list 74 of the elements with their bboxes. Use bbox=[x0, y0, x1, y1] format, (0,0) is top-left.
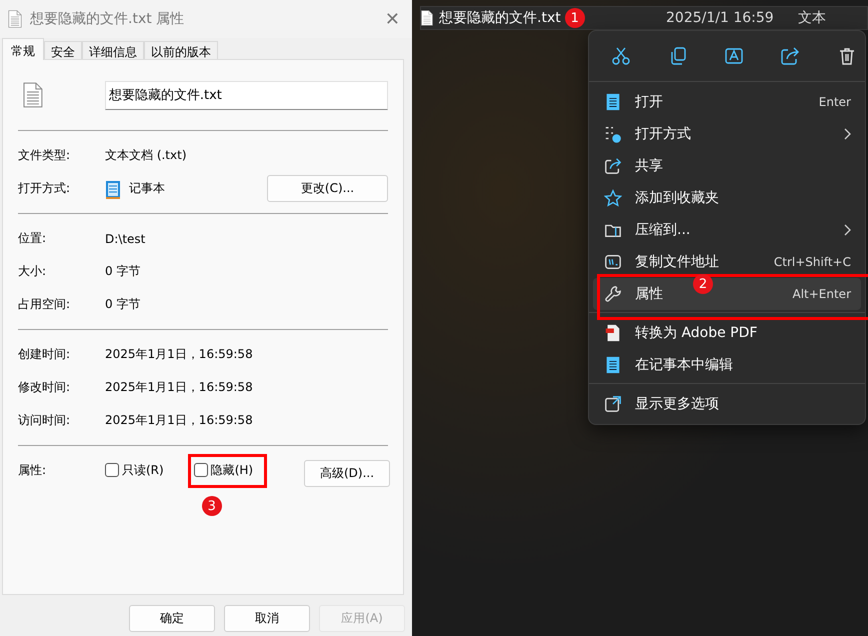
menu-item-label: 显示更多选项 bbox=[635, 395, 720, 413]
field-value: 文本文档 (.txt) bbox=[105, 147, 188, 164]
menu-item[interactable]: 共享 bbox=[593, 150, 861, 182]
menu-item-label: 复制文件地址 bbox=[635, 253, 720, 271]
tab[interactable]: 详细信息 bbox=[82, 41, 144, 59]
shortcut-label: Enter bbox=[818, 95, 851, 109]
field-label: 创建时间: bbox=[18, 346, 72, 363]
field-label: 位置: bbox=[18, 230, 48, 247]
checkbox[interactable] bbox=[105, 463, 119, 477]
tab[interactable]: 常规 bbox=[2, 38, 44, 60]
menu-item[interactable]: 显示更多选项 bbox=[593, 388, 861, 420]
pdf-icon bbox=[605, 324, 621, 342]
chevron-icon bbox=[843, 128, 851, 140]
menu-item[interactable]: 压缩到... bbox=[593, 214, 861, 246]
document-icon bbox=[23, 82, 43, 108]
field-label: 打开方式: bbox=[18, 180, 72, 197]
advanced-button[interactable]: 高级(D)... bbox=[304, 460, 390, 487]
document-icon bbox=[8, 10, 22, 28]
expand-icon bbox=[604, 395, 622, 413]
menu-item[interactable]: 在记事本中编辑 bbox=[593, 349, 861, 381]
field-value: 2025年1月1日，16:59:58 bbox=[105, 379, 254, 396]
shortcut-label: Ctrl+Shift+C bbox=[774, 255, 851, 269]
menu-item-label: 打开方式 bbox=[635, 125, 692, 143]
tab[interactable]: 以前的版本 bbox=[144, 41, 218, 59]
checkbox[interactable] bbox=[194, 463, 208, 477]
modified-date: 2025/1/1 16:59 bbox=[666, 10, 775, 26]
path-icon bbox=[604, 253, 622, 271]
attributes-label: 属性: bbox=[18, 462, 48, 479]
menu-item-label: 打开 bbox=[635, 93, 664, 111]
window-title: 想要隐藏的文件.txt 属性 bbox=[30, 10, 186, 28]
document-icon bbox=[421, 10, 433, 26]
menu-item[interactable]: 转换为 Adobe PDF bbox=[593, 317, 861, 349]
dialog-button[interactable]: 确定 bbox=[129, 605, 215, 632]
dialog-button[interactable]: 取消 bbox=[224, 605, 310, 632]
menu-item-label: 属性 bbox=[635, 285, 664, 303]
file-name-field[interactable]: 想要隐藏的文件.txt bbox=[104, 80, 388, 110]
menu-item-label: 在记事本中编辑 bbox=[635, 356, 734, 374]
wrench-icon bbox=[604, 285, 622, 303]
star-icon bbox=[604, 189, 622, 207]
field-value: 2025年1月1日，16:59:58 bbox=[105, 346, 254, 363]
field-label: 大小: bbox=[18, 263, 48, 280]
field-label: 文件类型: bbox=[18, 147, 72, 164]
file-row[interactable]: 想要隐藏的文件.txt 1 2025/1/1 16:59 文本 bbox=[420, 6, 868, 30]
step-badge: 3 bbox=[202, 496, 222, 516]
tab[interactable]: 安全 bbox=[44, 41, 82, 59]
field-value: 0 字节 bbox=[105, 263, 142, 280]
file-type: 文本 bbox=[798, 9, 826, 27]
menu-item[interactable]: 添加到收藏夹 bbox=[593, 182, 861, 214]
menu-item-label: 共享 bbox=[635, 157, 664, 175]
change-button[interactable]: 更改(C)... bbox=[267, 175, 388, 202]
menu-item[interactable]: 打开 Enter bbox=[593, 86, 861, 118]
field-label: 访问时间: bbox=[18, 412, 72, 429]
field-value: 2025年1月1日，16:59:58 bbox=[105, 412, 254, 429]
notepad-icon bbox=[605, 93, 621, 111]
field-label: 占用空间: bbox=[18, 296, 72, 313]
checkbox-label[interactable]: 只读(R) bbox=[122, 462, 164, 478]
field-value: 0 字节 bbox=[105, 296, 142, 313]
close-button[interactable]: ✕ bbox=[380, 8, 404, 30]
field-label: 修改时间: bbox=[18, 379, 72, 396]
field-value: 记事本 bbox=[129, 180, 165, 197]
menu-item-label: 添加到收藏夹 bbox=[635, 189, 720, 207]
menu-item-label: 压缩到... bbox=[635, 221, 692, 239]
app-list-icon bbox=[604, 125, 622, 143]
notepad-icon bbox=[605, 356, 621, 374]
checkbox-label[interactable]: 隐藏(H) bbox=[210, 462, 254, 478]
menu-item[interactable]: 打开方式 bbox=[593, 118, 861, 150]
shortcut-label: Alt+Enter bbox=[792, 287, 851, 301]
menu-item-label: 转换为 Adobe PDF bbox=[635, 324, 758, 342]
chevron-icon bbox=[843, 224, 851, 236]
file-name: 想要隐藏的文件.txt bbox=[439, 9, 561, 27]
field-value: D:\test bbox=[105, 232, 146, 246]
share-icon bbox=[604, 157, 622, 175]
notepad-icon bbox=[105, 178, 121, 198]
step-badge: 1 bbox=[564, 8, 585, 28]
